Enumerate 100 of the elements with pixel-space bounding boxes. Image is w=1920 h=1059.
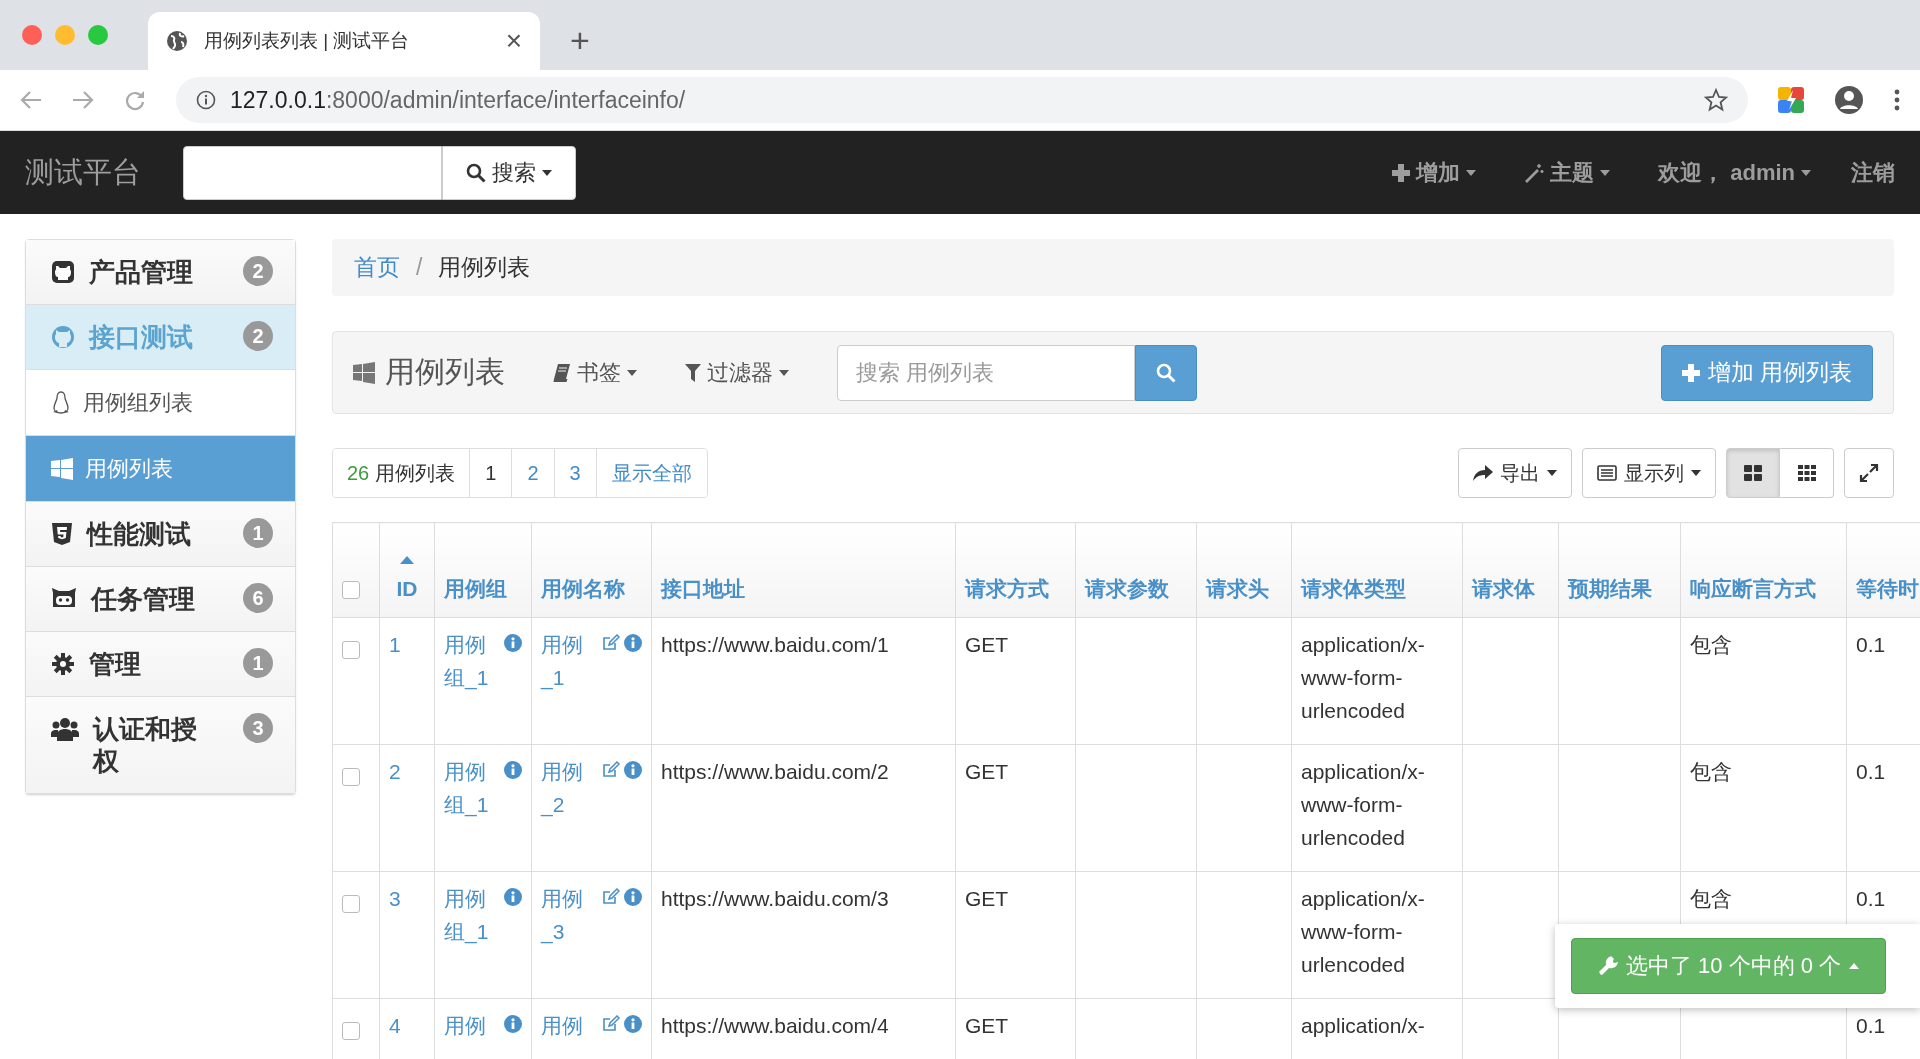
nav-menu[interactable]: 主题 (1524, 157, 1611, 188)
count-badge: 6 (243, 583, 273, 613)
sidebar-item[interactable]: 管理 1 (26, 632, 295, 697)
table-cell: https://www.baidu.com/1 (661, 633, 889, 656)
columns-button[interactable]: 显示列 (1582, 448, 1716, 498)
back-icon (20, 90, 42, 110)
bookmarks-dropdown[interactable]: 书签 (553, 357, 637, 388)
count-badge: 3 (243, 713, 273, 743)
count-badge: 1 (243, 648, 273, 678)
id-link[interactable]: 1 (389, 628, 425, 661)
column-header[interactable]: 请求头 (1196, 522, 1292, 618)
column-header[interactable]: 请求参数 (1075, 522, 1197, 618)
users-icon (51, 717, 79, 741)
sidebar-subitem[interactable]: 用例组列表 (26, 370, 295, 436)
column-header[interactable]: 响应断言方式 (1680, 522, 1847, 618)
bulk-actions-button[interactable]: 选中了 10 个中的 0 个 (1571, 938, 1886, 994)
brand-title[interactable]: 测试平台 (25, 152, 141, 193)
info-icon (624, 1015, 642, 1033)
github-icon (51, 325, 75, 349)
sidebar-subitem[interactable]: 用例列表 (26, 436, 295, 502)
caret-up-icon (1849, 963, 1860, 969)
breadcrumb-link[interactable]: 首页 (354, 252, 400, 283)
logout-link[interactable]: 注销 (1851, 157, 1895, 188)
table-cell: 包含 (1690, 633, 1732, 656)
table-cell: 包含 (1690, 887, 1732, 910)
view-toggle[interactable] (1780, 448, 1834, 498)
id-link[interactable]: 2 (389, 755, 425, 788)
sidebar-item[interactable]: 认证和授权 3 (26, 697, 295, 794)
column-header[interactable]: 请求体 (1462, 522, 1559, 618)
plus-icon (1392, 163, 1411, 182)
search-button[interactable]: 搜索 (442, 145, 576, 200)
table-cell: application/x-www-form-urlencoded (1301, 760, 1425, 849)
column-header[interactable]: 请求方式 (955, 522, 1076, 618)
caret-icon (1801, 169, 1811, 176)
column-header[interactable]: 预期结果 (1558, 522, 1681, 618)
row-checkbox[interactable] (342, 768, 360, 787)
tab-title: 用例列表列表 | 测试平台 (204, 29, 411, 53)
edit-icon (602, 634, 620, 652)
table-cell: GET (965, 1014, 1009, 1037)
export-button[interactable]: 导出 (1458, 448, 1572, 498)
address-bar[interactable]: 127.0.0.1:8000/admin/interface/interfaceinfo/ (176, 77, 1748, 123)
fullscreen-button[interactable] (1844, 448, 1894, 498)
breadcrumb-separator: / (416, 254, 423, 281)
search-icon (466, 162, 486, 183)
column-header[interactable]: ID (379, 522, 435, 618)
row-checkbox[interactable] (342, 641, 360, 660)
search-field[interactable] (183, 145, 442, 200)
edit-icon (602, 761, 620, 779)
extension-icon (1778, 87, 1804, 113)
share-icon (1473, 465, 1493, 481)
filter-dropdown[interactable]: 过滤器 (685, 357, 789, 388)
column-header[interactable]: 用例组 (434, 522, 532, 618)
info-icon (504, 888, 522, 906)
caret-icon (1691, 470, 1701, 476)
avatar-icon (1834, 85, 1864, 115)
book-icon (553, 362, 571, 383)
info-icon (504, 761, 522, 779)
reload-icon (124, 89, 146, 111)
caret-icon (779, 369, 789, 376)
count-badge: 2 (243, 256, 273, 286)
caret-icon (1466, 169, 1477, 176)
sidebar-item[interactable]: 性能测试 1 (26, 502, 295, 567)
view-toggle[interactable] (1726, 448, 1780, 498)
table-cell: application/x- (1301, 1014, 1425, 1037)
large-grid-icon (1744, 465, 1762, 481)
column-header[interactable]: 等待时 (1846, 522, 1920, 618)
filter-icon (685, 363, 701, 382)
column-header[interactable]: 接口地址 (651, 522, 956, 618)
github-icon (51, 260, 75, 284)
info-icon (624, 888, 642, 906)
sidebar-item[interactable]: 产品管理 2 (26, 240, 295, 305)
windows-icon (51, 457, 73, 480)
row-checkbox[interactable] (342, 1022, 360, 1041)
column-header[interactable]: 请求体类型 (1291, 522, 1463, 618)
close-window-icon[interactable] (22, 25, 42, 45)
search-field[interactable]: 搜索 用例列表 (837, 344, 1135, 401)
count-badge: 2 (243, 321, 273, 351)
user-menu[interactable]: 欢迎， admin (1658, 157, 1811, 188)
close-tab-button[interactable]: × (505, 25, 522, 57)
row-checkbox[interactable] (342, 895, 360, 914)
id-link[interactable]: 3 (389, 882, 425, 915)
windows-icon (353, 361, 375, 384)
info-icon (624, 761, 642, 779)
magic-wand-icon (1524, 162, 1545, 183)
table-cell: application/x-www-form-urlencoded (1301, 887, 1425, 976)
plus-icon (1681, 363, 1700, 382)
more-icon (1894, 89, 1900, 111)
column-header[interactable]: 用例名称 (531, 522, 652, 618)
search-button[interactable] (1135, 344, 1197, 401)
minimize-window-icon[interactable] (55, 25, 75, 45)
nav-menu[interactable]: 增加 (1392, 157, 1477, 188)
maximize-window-icon[interactable] (88, 25, 108, 45)
add-button[interactable]: 增加 用例列表 (1660, 344, 1873, 401)
select-all-checkbox[interactable] (342, 581, 360, 600)
browser-tab[interactable]: 用例列表列表 | 测试平台 × (148, 12, 540, 70)
sidebar-item[interactable]: 任务管理 6 (26, 567, 295, 632)
new-tab-button[interactable]: + (570, 21, 590, 60)
sidebar-item[interactable]: 接口测试 2 (26, 305, 295, 370)
sort-up-icon (400, 556, 414, 564)
search-icon (1156, 362, 1176, 383)
